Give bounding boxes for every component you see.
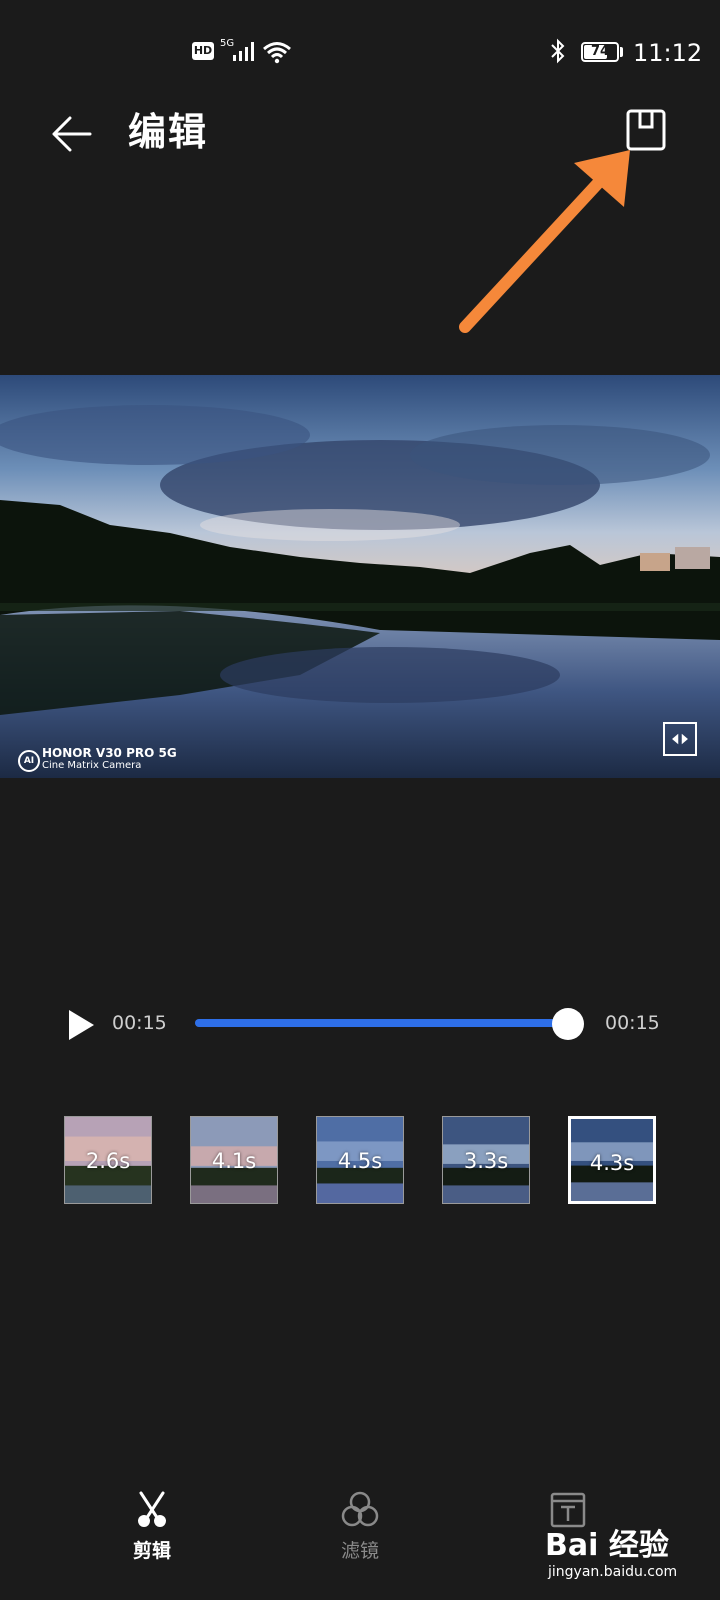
video-preview[interactable] bbox=[0, 375, 720, 778]
watermark-device: HONOR V30 PRO 5G bbox=[42, 746, 177, 760]
baidu-jingyan-watermark: Bai 经验 jingyan.baidu.com bbox=[545, 1512, 715, 1590]
arrow-left-icon bbox=[52, 116, 92, 152]
clip-duration: 2.6s bbox=[85, 1149, 131, 1173]
clip-thumbnail-1[interactable]: 2.6s bbox=[64, 1116, 152, 1204]
play-button[interactable] bbox=[66, 1008, 96, 1042]
play-icon bbox=[69, 1010, 94, 1040]
progress-track[interactable] bbox=[195, 1019, 568, 1027]
scissors-icon bbox=[138, 1491, 166, 1527]
watermark-camera: Cine Matrix Camera bbox=[42, 760, 142, 771]
clip-duration: 3.3s bbox=[463, 1149, 509, 1173]
bluetooth-icon bbox=[551, 38, 565, 64]
clip-duration: 4.5s bbox=[337, 1149, 383, 1173]
clip-thumbnail-5[interactable]: 4.3s bbox=[568, 1116, 656, 1204]
progress-fill bbox=[195, 1019, 568, 1027]
page-title: 编辑 bbox=[128, 110, 209, 154]
clip-duration: 4.3s bbox=[589, 1151, 635, 1175]
tab-edit[interactable]: 剪辑 bbox=[92, 1490, 212, 1570]
battery-cap bbox=[620, 47, 623, 57]
progress-thumb[interactable] bbox=[552, 1008, 584, 1040]
tab-edit-label: 剪辑 bbox=[132, 1540, 171, 1562]
compare-icon bbox=[672, 733, 688, 745]
filter-icon bbox=[341, 1491, 379, 1527]
clip-thumbnail-3[interactable]: 4.5s bbox=[316, 1116, 404, 1204]
current-time: 00:15 bbox=[112, 1012, 167, 1034]
baidu-brand: Bai 经验 bbox=[545, 1528, 669, 1563]
save-icon bbox=[626, 109, 666, 151]
battery-level: 74 bbox=[590, 44, 610, 59]
tab-filter-label: 滤镜 bbox=[340, 1540, 379, 1562]
tab-filter[interactable]: 滤镜 bbox=[300, 1490, 420, 1570]
clock: 11:12 bbox=[633, 39, 703, 67]
baidu-url: jingyan.baidu.com bbox=[548, 1564, 678, 1580]
status-bar: HD 5G 74 11:12 bbox=[0, 0, 720, 100]
clip-thumbnail-2[interactable]: 4.1s bbox=[190, 1116, 278, 1204]
clip-duration: 4.1s bbox=[211, 1149, 257, 1173]
clip-thumbnail-4[interactable]: 3.3s bbox=[442, 1116, 530, 1204]
battery-indicator: 74 bbox=[581, 42, 619, 62]
hd-badge: HD bbox=[192, 42, 214, 60]
compare-button[interactable] bbox=[663, 722, 697, 756]
total-time: 00:15 bbox=[605, 1012, 660, 1034]
landscape-image bbox=[0, 375, 720, 778]
back-button[interactable] bbox=[44, 106, 100, 162]
annotation-arrow bbox=[459, 150, 630, 333]
wifi-icon bbox=[263, 42, 291, 64]
ai-logo: AI bbox=[18, 750, 40, 772]
signal-icon bbox=[233, 42, 254, 61]
